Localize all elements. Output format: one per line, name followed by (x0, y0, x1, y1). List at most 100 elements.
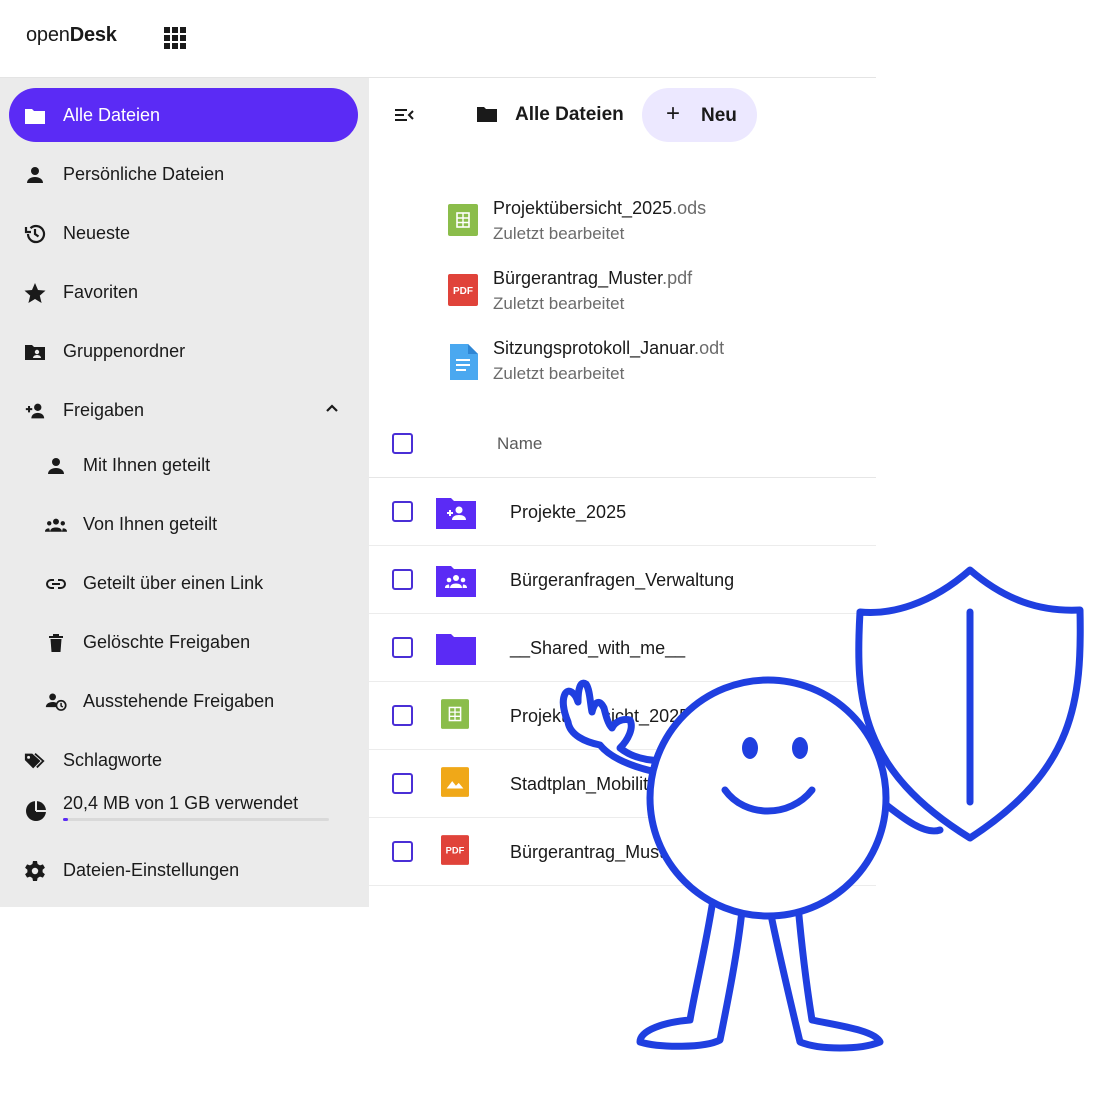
sidebar-item-label: Alle Dateien (63, 104, 161, 125)
recent-file-name: Projektübersicht_2025 (493, 198, 673, 218)
share-person-icon (24, 400, 46, 422)
sidebar-item-label: Mit Ihnen geteilt (83, 454, 211, 475)
logo-suffix: Desk (69, 24, 117, 46)
row-file-name: Bürgeranfragen_Verwaltung (510, 570, 735, 590)
sidebar-item-pending-shares[interactable]: Ausstehende Freigaben (9, 674, 358, 728)
image-icon (441, 767, 469, 802)
storage-quota-label: 20,4 MB von 1 GB verwendet (63, 793, 299, 813)
row-checkbox[interactable] (392, 841, 413, 862)
folder-icon (476, 104, 498, 129)
recent-file-subtitle: Zuletzt bearbeitet (493, 364, 625, 383)
sidebar-item-file-settings[interactable]: Dateien-Einstellungen (9, 843, 358, 897)
file-list-header: Name (369, 418, 876, 478)
storage-quota-bar (63, 818, 329, 821)
sidebar-item-label: Schlagworte (63, 749, 163, 770)
history-icon (24, 223, 46, 245)
sidebar-item-label: Neueste (63, 222, 131, 243)
sidebar-item-group-folders[interactable]: Gruppenordner (9, 324, 358, 378)
folder-icon (24, 105, 46, 127)
folder-icon (436, 631, 476, 670)
link-icon (45, 573, 67, 595)
sidebar-item-favorites[interactable]: Favoriten (9, 265, 358, 319)
breadcrumb-title[interactable]: Alle Dateien (515, 104, 624, 126)
table-row[interactable]: Bürgeranfragen_Verwaltung (369, 546, 876, 614)
table-row[interactable]: PDF Bürgerantrag_Muster (369, 818, 876, 886)
row-checkbox[interactable] (392, 705, 413, 726)
row-checkbox[interactable] (392, 773, 413, 794)
new-button[interactable]: + Neu (642, 88, 757, 142)
group-folder-icon (24, 341, 46, 363)
table-row[interactable]: Projekte_2025 (369, 478, 876, 546)
person-icon (24, 164, 46, 186)
new-button-label: Neu (701, 105, 737, 126)
sidebar: Alle Dateien Persönliche Dateien Neueste… (0, 78, 369, 907)
row-checkbox[interactable] (392, 501, 413, 522)
sidebar-item-shares[interactable]: Freigaben (9, 383, 358, 437)
sidebar-item-all-files[interactable]: Alle Dateien (9, 88, 358, 142)
sidebar-item-label: Gruppenordner (63, 340, 186, 361)
sidebar-item-personal-files[interactable]: Persönliche Dateien (9, 147, 358, 201)
document-icon (448, 344, 478, 385)
row-checkbox[interactable] (392, 569, 413, 590)
sidebar-item-label: Dateien-Einstellungen (63, 859, 240, 880)
sidebar-item-shared-via-link[interactable]: Geteilt über einen Link (9, 556, 358, 610)
sidebar-toggle-icon[interactable] (393, 105, 415, 130)
app-logo[interactable]: openDesk (26, 24, 117, 47)
row-file-name: Stadtplan_Mobilität (510, 774, 664, 794)
column-name-header[interactable]: Name (497, 434, 542, 454)
recent-file-ext: .pdf (662, 268, 693, 288)
row-file-name: Projektübersicht_2025 (510, 706, 690, 726)
pdf-icon: PDF (441, 835, 469, 870)
recent-file-subtitle: Zuletzt bearbeitet (493, 294, 625, 313)
row-file-name: __Shared_with_me__ (510, 638, 686, 658)
select-all-checkbox[interactable] (392, 433, 413, 454)
app-grid-icon[interactable] (164, 27, 186, 49)
shared-folder-icon (436, 495, 476, 534)
star-icon (24, 282, 46, 304)
spreadsheet-icon (441, 699, 469, 734)
table-row[interactable]: Projektübersicht_2025 (369, 682, 876, 750)
table-row[interactable]: Stadtplan_Mobilität (369, 750, 876, 818)
people-icon (45, 514, 67, 536)
group-folder-icon (436, 563, 476, 602)
sidebar-item-tags[interactable]: Schlagworte (9, 733, 358, 787)
person-icon (45, 455, 67, 477)
gear-icon (24, 860, 46, 882)
sidebar-item-label: Freigaben (63, 399, 145, 420)
sidebar-item-label: Ausstehende Freigaben (83, 690, 275, 711)
sidebar-item-shared-with-you[interactable]: Mit Ihnen geteilt (9, 438, 358, 492)
recent-file-ext: .odt (694, 338, 725, 358)
logo-prefix: open (26, 24, 70, 46)
plus-icon: + (666, 100, 681, 127)
sidebar-item-label: Favoriten (63, 281, 139, 302)
tags-icon (24, 750, 46, 772)
shield-icon (855, 566, 1084, 842)
table-row[interactable]: __Shared_with_me__ (369, 614, 876, 682)
storage-quota-fill (63, 818, 69, 821)
spreadsheet-icon (448, 204, 478, 241)
chevron-up-icon[interactable] (324, 400, 340, 421)
sidebar-item-label: Von Ihnen geteilt (83, 513, 218, 534)
sidebar-item-recent[interactable]: Neueste (9, 206, 358, 260)
pending-share-icon (45, 691, 67, 713)
sidebar-item-deleted-shares[interactable]: Gelöschte Freigaben (9, 615, 358, 669)
svg-text:PDF: PDF (446, 846, 465, 856)
row-file-name: Bürgerantrag_Muster (510, 842, 681, 862)
sidebar-item-label: Geteilt über einen Link (83, 572, 264, 593)
pdf-icon: PDF (448, 274, 478, 311)
row-file-name: Projekte_2025 (510, 502, 627, 522)
recent-file-name: Sitzungsprotokoll_Januar (493, 338, 695, 358)
sidebar-item-label: Gelöschte Freigaben (83, 631, 251, 652)
recent-file[interactable]: Sitzungsprotokoll_Januar.odt Zuletzt bea… (440, 338, 840, 394)
recent-file-name: Bürgerantrag_Muster (493, 268, 663, 288)
recent-file[interactable]: Projektübersicht_2025.ods Zuletzt bearbe… (440, 198, 840, 254)
svg-text:PDF: PDF (453, 286, 473, 297)
sidebar-item-label: Persönliche Dateien (63, 163, 225, 184)
recent-file[interactable]: PDF Bürgerantrag_Muster.pdf Zuletzt bear… (440, 268, 840, 324)
recent-file-ext: .ods (672, 198, 707, 218)
recent-file-subtitle: Zuletzt bearbeitet (493, 224, 625, 243)
trash-icon (45, 632, 67, 654)
pie-chart-icon (25, 800, 47, 827)
sidebar-item-shared-by-you[interactable]: Von Ihnen geteilt (9, 497, 358, 551)
row-checkbox[interactable] (392, 637, 413, 658)
